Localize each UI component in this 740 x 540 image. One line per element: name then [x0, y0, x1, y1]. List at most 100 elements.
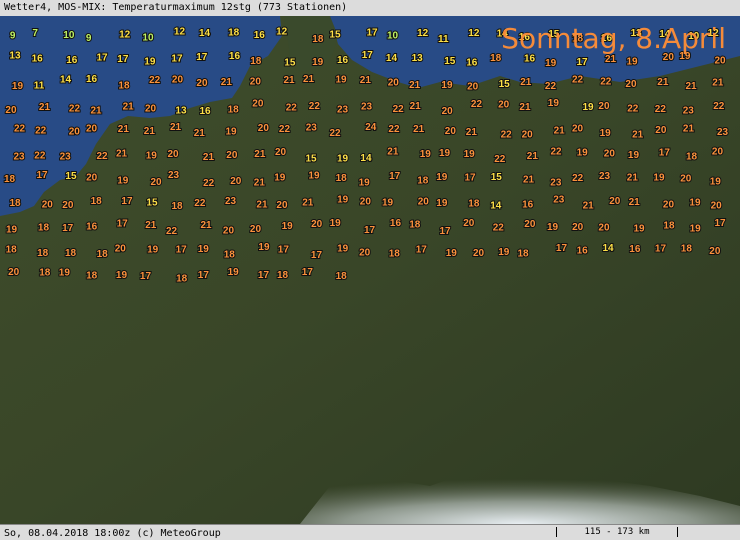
station-temperature: 12: [119, 29, 131, 40]
station-temperature: 22: [493, 223, 505, 234]
station-temperature: 15: [329, 30, 341, 41]
station-temperature: 16: [32, 53, 44, 64]
station-temperature: 18: [686, 151, 698, 162]
station-temperature: 15: [306, 153, 318, 164]
station-temperature: 19: [441, 80, 453, 91]
station-temperature: 19: [498, 247, 510, 258]
station-temperature: 20: [625, 79, 637, 90]
station-temperature: 19: [198, 244, 210, 255]
station-temperature: 23: [550, 178, 562, 189]
station-temperature: 20: [442, 106, 454, 117]
station-temperature: 19: [359, 178, 371, 189]
satellite-map[interactable]: 9 7 10 9 12 10 12 14 18 16 12 18 15 17 10 12 11 12 14 16 15 1…: [0, 16, 740, 524]
station-temperature: 20: [252, 99, 264, 110]
station-temperature: 16: [524, 54, 536, 65]
station-temperature: 19: [446, 248, 458, 259]
station-temperature: 19: [627, 56, 639, 67]
station-temperature: 18: [518, 248, 530, 259]
station-temperature: 20: [223, 226, 235, 237]
station-temperature: 17: [577, 57, 589, 68]
station-temperature: 20: [226, 150, 238, 161]
station-temperature: 20: [275, 147, 287, 158]
station-temperature: 21: [144, 126, 156, 137]
station-temperature: 18: [91, 196, 103, 207]
station-temperature: 17: [97, 53, 109, 64]
station-temperature: 19: [439, 148, 451, 159]
station-temperature: 17: [117, 219, 129, 230]
station-temperature: 12: [174, 27, 186, 38]
station-temperature: 21: [284, 75, 296, 86]
station-temperature: 21: [520, 77, 532, 88]
station-temperature: 17: [278, 245, 290, 256]
station-temperature: 18: [681, 243, 693, 254]
station-temperature: 9: [86, 33, 92, 44]
station-temperature: 23: [60, 152, 72, 163]
station-temperature: 21: [118, 124, 130, 135]
station-temperature: 22: [309, 101, 321, 112]
window-title: Wetter4, MOS-MIX: Temperaturmaximum 12st…: [4, 2, 348, 13]
station-temperature: 23: [306, 122, 318, 133]
station-temperature: 18: [277, 270, 289, 281]
station-temperature: 22: [713, 101, 725, 112]
station-temperature: 18: [336, 173, 348, 184]
station-temperature: 18: [409, 220, 421, 231]
station-temperature: 23: [553, 195, 565, 206]
station-temperature: 21: [712, 77, 724, 88]
station-temperature: 21: [203, 152, 215, 163]
station-temperature: 22: [194, 198, 206, 209]
station-temperature: 20: [467, 81, 479, 92]
station-temperature: 23: [599, 171, 611, 182]
station-temperature: 19: [436, 172, 448, 183]
station-temperature: 21: [629, 197, 641, 208]
station-temperature: 21: [254, 177, 266, 188]
station-temperature: 20: [572, 222, 584, 233]
station-temperature: 23: [717, 127, 729, 138]
station-temperature: 16: [66, 55, 78, 66]
station-temperature: 13: [9, 51, 21, 62]
station-temperature: 17: [440, 226, 452, 237]
station-temperature: 11: [438, 34, 449, 45]
station-temperature: 20: [524, 219, 536, 230]
station-temperature: 21: [686, 81, 698, 92]
station-temperature: 19: [382, 198, 394, 209]
station-temperature: 21: [256, 200, 268, 211]
station-temperature: 21: [583, 200, 595, 211]
station-temperature: 22: [551, 146, 563, 157]
station-temperature: 21: [519, 102, 531, 113]
station-temperature: 21: [221, 77, 233, 88]
station-temperature: 24: [365, 122, 377, 133]
station-temperature: 19: [548, 98, 560, 109]
station-temperature: 18: [468, 198, 480, 209]
station-temperature: 21: [360, 75, 372, 86]
station-temperature: 22: [501, 130, 513, 141]
station-temperature: 23: [168, 170, 180, 181]
station-temperature: 16: [390, 218, 402, 229]
station-temperature: 21: [683, 123, 695, 134]
station-temperature: 18: [39, 267, 51, 278]
station-temperature: 23: [225, 196, 237, 207]
station-temperature: 12: [276, 26, 288, 37]
station-temperature: 19: [337, 195, 349, 206]
station-temperature: 17: [367, 28, 379, 39]
station-temperature: 18: [228, 27, 240, 38]
station-temperature: 17: [258, 270, 270, 281]
station-temperature: 20: [680, 173, 692, 184]
station-temperature: 17: [302, 267, 314, 278]
station-temperature: 21: [387, 147, 399, 158]
station-temperature: 19: [6, 224, 18, 235]
station-temperature: 20: [8, 267, 20, 278]
station-temperature: 15: [499, 79, 511, 90]
station-temperature: 20: [196, 78, 208, 89]
station-temperature: 19: [312, 57, 324, 68]
title-bar: Wetter4, MOS-MIX: Temperaturmaximum 12st…: [0, 0, 740, 17]
station-temperature: 20: [709, 246, 721, 257]
station-temperature: 22: [34, 151, 46, 162]
station-temperature: 10: [63, 30, 75, 41]
station-temperature: 22: [393, 104, 405, 115]
station-temperature: 19: [420, 149, 432, 160]
station-temperature: 10: [387, 30, 399, 41]
station-temperature: 18: [37, 248, 49, 259]
station-temperature: 17: [465, 173, 477, 184]
station-temperature: 19: [436, 198, 448, 209]
station-temperature: 21: [466, 127, 478, 138]
